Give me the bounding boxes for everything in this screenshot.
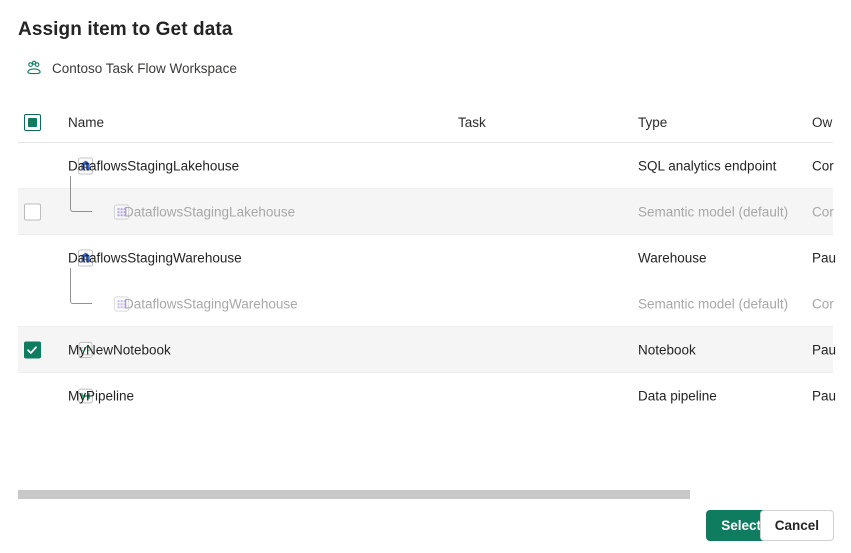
breadcrumb: Contoso Task Flow Workspace <box>25 58 237 78</box>
table-row[interactable]: DataflowsStagingLakehouse SQL analytics … <box>18 143 833 189</box>
row-owner: Cor <box>812 158 834 173</box>
cancel-button[interactable]: Cancel <box>760 510 834 541</box>
row-owner: Pau <box>812 250 836 265</box>
tree-connector-icon <box>70 176 92 212</box>
row-checkbox[interactable] <box>24 203 41 220</box>
row-owner: Pau <box>812 388 836 403</box>
dialog-footer: Select Cancel <box>0 505 851 553</box>
assign-item-dialog: Assign item to Get data Contoso Task Flo… <box>0 0 851 553</box>
row-type: Semantic model (default) <box>638 204 788 219</box>
horizontal-scrollbar-thumb[interactable] <box>18 490 690 499</box>
row-owner: Cor <box>812 204 834 219</box>
row-name: DataflowsStagingWarehouse <box>124 296 298 311</box>
tree-connector-icon <box>70 268 92 304</box>
row-name: MyPipeline <box>68 388 134 403</box>
row-type: SQL analytics endpoint <box>638 158 776 173</box>
row-type: Notebook <box>638 342 696 357</box>
table-row[interactable]: DataflowsStagingWarehouse Semantic model… <box>18 281 833 327</box>
row-checkbox[interactable] <box>24 341 41 358</box>
row-type: Semantic model (default) <box>638 296 788 311</box>
row-name: MyNewNotebook <box>68 342 171 357</box>
table-body: DataflowsStagingLakehouse SQL analytics … <box>0 143 851 419</box>
workspace-name: Contoso Task Flow Workspace <box>52 61 237 76</box>
column-header-task[interactable]: Task <box>458 115 486 130</box>
table-row[interactable]: DataflowsStagingWarehouse Warehouse Pau <box>18 235 833 281</box>
horizontal-scrollbar[interactable] <box>0 489 851 500</box>
table-header-row: Name Task Type Ow <box>18 104 833 143</box>
row-type: Warehouse <box>638 250 707 265</box>
row-type: Data pipeline <box>638 388 717 403</box>
table-row[interactable]: DataflowsStagingLakehouse Semantic model… <box>18 189 833 235</box>
workspace-people-icon <box>25 59 43 77</box>
row-owner: Cor <box>812 296 834 311</box>
column-header-owner[interactable]: Ow <box>812 115 832 130</box>
row-owner: Pau <box>812 342 836 357</box>
column-header-name[interactable]: Name <box>68 115 104 130</box>
column-header-type[interactable]: Type <box>638 115 667 130</box>
page-title: Assign item to Get data <box>18 19 233 41</box>
row-name: DataflowsStagingWarehouse <box>68 250 242 265</box>
table-row[interactable]: MyPipeline Data pipeline Pau <box>18 373 833 419</box>
row-name: DataflowsStagingLakehouse <box>124 204 295 219</box>
items-table: Name Task Type Ow DataflowsSta <box>0 104 851 485</box>
select-all-checkbox[interactable] <box>24 114 41 131</box>
row-name: DataflowsStagingLakehouse <box>68 158 239 173</box>
table-row[interactable]: </> MyNewNotebook Notebook Pau <box>18 327 833 373</box>
